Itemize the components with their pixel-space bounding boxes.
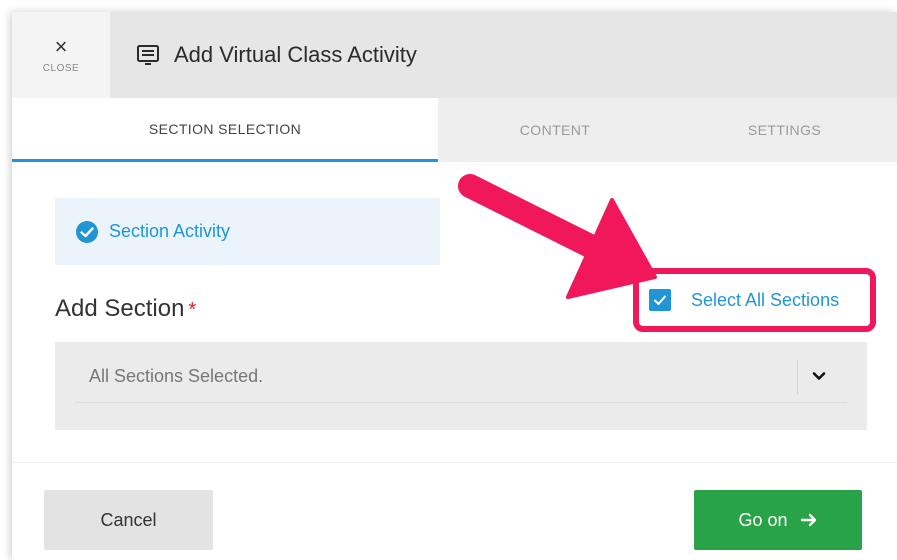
dropdown-separator [797,360,798,394]
footer-divider [12,462,897,463]
tab-bar: SECTION SELECTION CONTENT SETTINGS [12,98,897,162]
panel-header: × CLOSE Add Virtual Class Activity [12,12,897,98]
required-mark: * [188,299,197,321]
screen-message-icon [137,45,159,65]
select-all-label: Select All Sections [691,289,840,310]
checkbox-checked[interactable] [649,289,671,311]
dropdown-underline [75,402,847,403]
go-on-label: Go on [738,509,788,530]
add-section-label: Add Section [55,295,185,322]
tab-settings[interactable]: SETTINGS [672,98,897,162]
close-label: CLOSE [42,62,80,74]
close-icon: × [54,33,68,59]
dropdown-value: All Sections Selected. [89,366,264,386]
close-button[interactable]: × CLOSE [12,12,110,98]
arrow-right-icon [800,513,816,527]
checkmark-icon [654,295,666,305]
check-circle-icon [76,220,98,243]
section-activity-option[interactable]: Section Activity [55,198,440,265]
add-section-heading: Add Section * [55,295,196,323]
section-dropdown[interactable]: All Sections Selected. [55,342,867,430]
select-all-sections-checkbox[interactable]: Select All Sections [633,268,876,332]
go-on-button[interactable]: Go on [694,490,862,550]
page-title: Add Virtual Class Activity [174,42,417,67]
cancel-button[interactable]: Cancel [44,490,213,550]
chevron-down-icon[interactable] [811,368,827,384]
tab-section-selection[interactable]: SECTION SELECTION [12,98,438,162]
tab-content[interactable]: CONTENT [438,98,672,162]
title-area: Add Virtual Class Activity [136,12,417,98]
section-activity-label: Section Activity [109,221,231,241]
